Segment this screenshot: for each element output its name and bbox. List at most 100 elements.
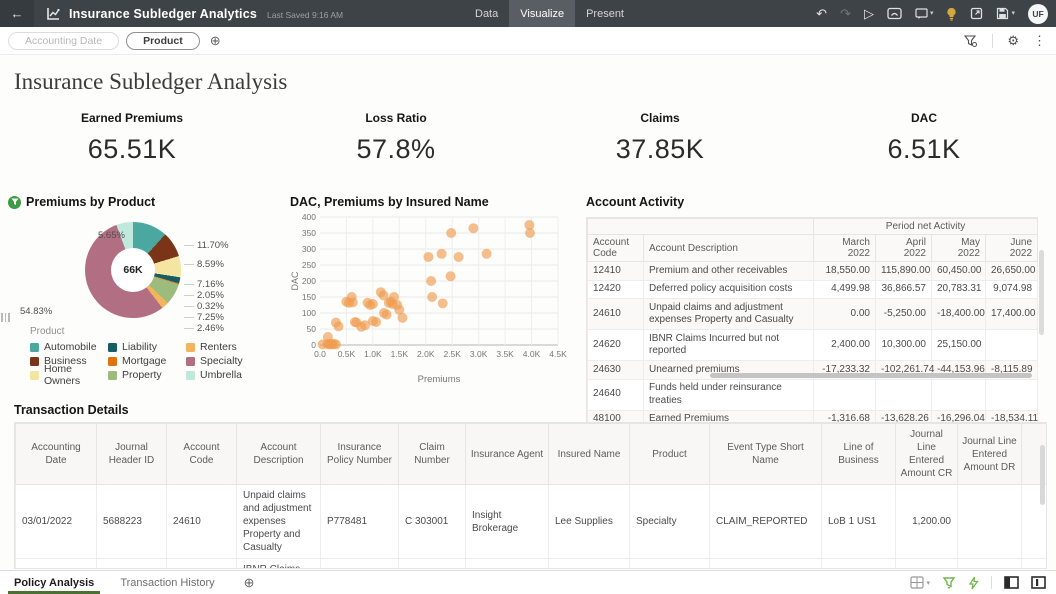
chart-legend: AutomobileBusinessHome OwnersLiabilityMo…: [30, 340, 264, 382]
canvas-tab-policy-analysis[interactable]: Policy Analysis: [14, 571, 94, 594]
user-avatar[interactable]: UF: [1028, 4, 1048, 24]
canvas-tab-transaction-history[interactable]: Transaction History: [120, 571, 214, 594]
slice-pct-label: 11.70%: [184, 240, 229, 251]
table-row[interactable]: 24610Unpaid claims and adjustment expens…: [588, 299, 1038, 330]
legend-label: Home Owners: [44, 363, 108, 387]
scatter-point[interactable]: [426, 276, 436, 286]
left-panel-toggle-icon[interactable]: [1004, 576, 1019, 589]
scatter-point[interactable]: [334, 321, 344, 331]
column-header: Journal Line Entered Amount CR: [896, 424, 958, 485]
right-panel-toggle-icon[interactable]: [1031, 576, 1046, 589]
table-cell: 17,400.00: [986, 299, 1038, 330]
insights-lightbulb-icon[interactable]: [946, 7, 957, 21]
legend-item[interactable]: Renters: [186, 340, 264, 354]
horizontal-scrollbar[interactable]: [710, 373, 1032, 378]
kpi-claims[interactable]: Claims 37.85K: [528, 111, 792, 165]
tab-data[interactable]: Data: [464, 0, 509, 27]
preview-play-icon[interactable]: ▷: [864, 7, 874, 20]
svg-text:2.5K: 2.5K: [443, 349, 461, 359]
scatter-point[interactable]: [468, 223, 478, 233]
scatter-point[interactable]: [423, 252, 433, 262]
table-cell: 1,200.00: [958, 559, 1022, 570]
premiums-by-product-chart: Premiums by Product 66K 11.70%8.59%7.16%…: [8, 195, 286, 400]
chart-filter-badge-icon[interactable]: [8, 196, 21, 209]
legend-item[interactable]: Specialty: [186, 354, 264, 368]
table-cell: IBNR Claims Incurred but not reported: [237, 559, 321, 570]
filter-accounting-date[interactable]: Accounting Date: [8, 32, 119, 50]
vertical-scrollbar[interactable]: [1039, 250, 1044, 335]
svg-text:2.0K: 2.0K: [417, 349, 435, 359]
chart-title: DAC, Premiums by Insured Name: [290, 195, 572, 209]
present-screen-icon[interactable]: [887, 7, 902, 20]
scatter-point[interactable]: [446, 271, 456, 281]
table-row[interactable]: 03/01/2022568822324620IBNR Claims Incurr…: [16, 559, 1048, 570]
table-cell: [958, 485, 1022, 559]
scatter-point[interactable]: [348, 297, 358, 307]
filter-product[interactable]: Product: [126, 32, 200, 50]
workbook-title: Insurance Subledger Analytics: [69, 7, 257, 21]
kpi-earned-premiums[interactable]: Earned Premiums 65.51K: [0, 111, 264, 165]
tab-visualize[interactable]: Visualize: [509, 0, 575, 27]
column-header: Account Description: [644, 235, 814, 262]
table-cell: 10,300.00: [876, 330, 932, 361]
canvas-settings-gear-icon[interactable]: ⚙: [1007, 33, 1019, 49]
scatter-point[interactable]: [454, 252, 464, 262]
kpi-loss-ratio[interactable]: Loss Ratio 57.8%: [264, 111, 528, 165]
legend-swatch: [186, 343, 195, 352]
table-cell: C 303001: [399, 559, 466, 570]
scatter-point[interactable]: [438, 298, 448, 308]
table-cell: LoB 1 US1: [822, 485, 896, 559]
table-title: Account Activity: [586, 195, 1048, 209]
scatter-point[interactable]: [437, 249, 447, 259]
redo-icon[interactable]: ↷: [840, 7, 851, 20]
kpi-value: 57.8%: [264, 134, 528, 165]
vertical-scrollbar[interactable]: [1040, 445, 1045, 505]
scatter-point[interactable]: [331, 339, 341, 349]
svg-text:150: 150: [302, 292, 316, 302]
legend-label: Mortgage: [122, 355, 166, 367]
scatter-point[interactable]: [382, 310, 392, 320]
scatter-point[interactable]: [398, 313, 408, 323]
add-filter-icon[interactable]: ⊕: [210, 33, 221, 49]
table-cell: [1022, 559, 1048, 570]
legend-item[interactable]: Property: [108, 368, 186, 382]
legend-item[interactable]: Mortgage: [108, 354, 186, 368]
table-row[interactable]: 12410Premium and other receivables18,550…: [588, 262, 1038, 281]
table-cell: 03/01/2022: [16, 485, 97, 559]
transaction-details-table: Transaction Details Accounting DateJourn…: [14, 403, 1048, 570]
legend-swatch: [108, 371, 117, 380]
comments-icon[interactable]: ▾: [915, 8, 934, 20]
filter-funnel-icon[interactable]: [963, 34, 978, 48]
data-refresh-icon[interactable]: [942, 576, 956, 590]
export-open-icon[interactable]: [970, 7, 983, 20]
scatter-point[interactable]: [371, 317, 381, 327]
legend-item[interactable]: Automobile: [30, 340, 108, 354]
canvas-layout-icon[interactable]: ▾: [910, 576, 930, 589]
back-button[interactable]: ←: [0, 0, 34, 27]
scatter-point[interactable]: [427, 292, 437, 302]
scatter-point[interactable]: [446, 228, 456, 238]
save-icon[interactable]: ▾: [996, 7, 1015, 20]
table-row[interactable]: 03/01/2022568822324610Unpaid claims and …: [16, 485, 1048, 559]
svg-text:0.5K: 0.5K: [338, 349, 356, 359]
chart-title: Premiums by Product: [26, 195, 155, 209]
table-row[interactable]: 24620IBNR Claims Incurred but not report…: [588, 330, 1038, 361]
scatter-point[interactable]: [323, 332, 333, 342]
undo-icon[interactable]: ↶: [816, 7, 827, 20]
scatter-point[interactable]: [368, 299, 378, 309]
scatter-point[interactable]: [482, 249, 492, 259]
tab-present[interactable]: Present: [575, 0, 635, 27]
slice-pct-label: 7.25%: [184, 312, 224, 323]
add-canvas-icon[interactable]: ⊕: [244, 575, 255, 591]
table-row[interactable]: 12420Deferred policy acquisition costs4,…: [588, 280, 1038, 299]
legend-item[interactable]: Home Owners: [30, 368, 108, 382]
kpi-dac[interactable]: DAC 6.51K: [792, 111, 1056, 165]
kebab-menu-icon[interactable]: ⋮: [1033, 33, 1046, 49]
scatter-point[interactable]: [525, 228, 535, 238]
legend-item[interactable]: Liability: [108, 340, 186, 354]
svg-text:4.5K: 4.5K: [549, 349, 567, 359]
auto-apply-spark-icon[interactable]: [968, 576, 979, 590]
table-cell: Insight Brokerage: [466, 559, 549, 570]
legend-item[interactable]: Umbrella: [186, 368, 264, 382]
table-cell: 2,400.00: [814, 330, 876, 361]
